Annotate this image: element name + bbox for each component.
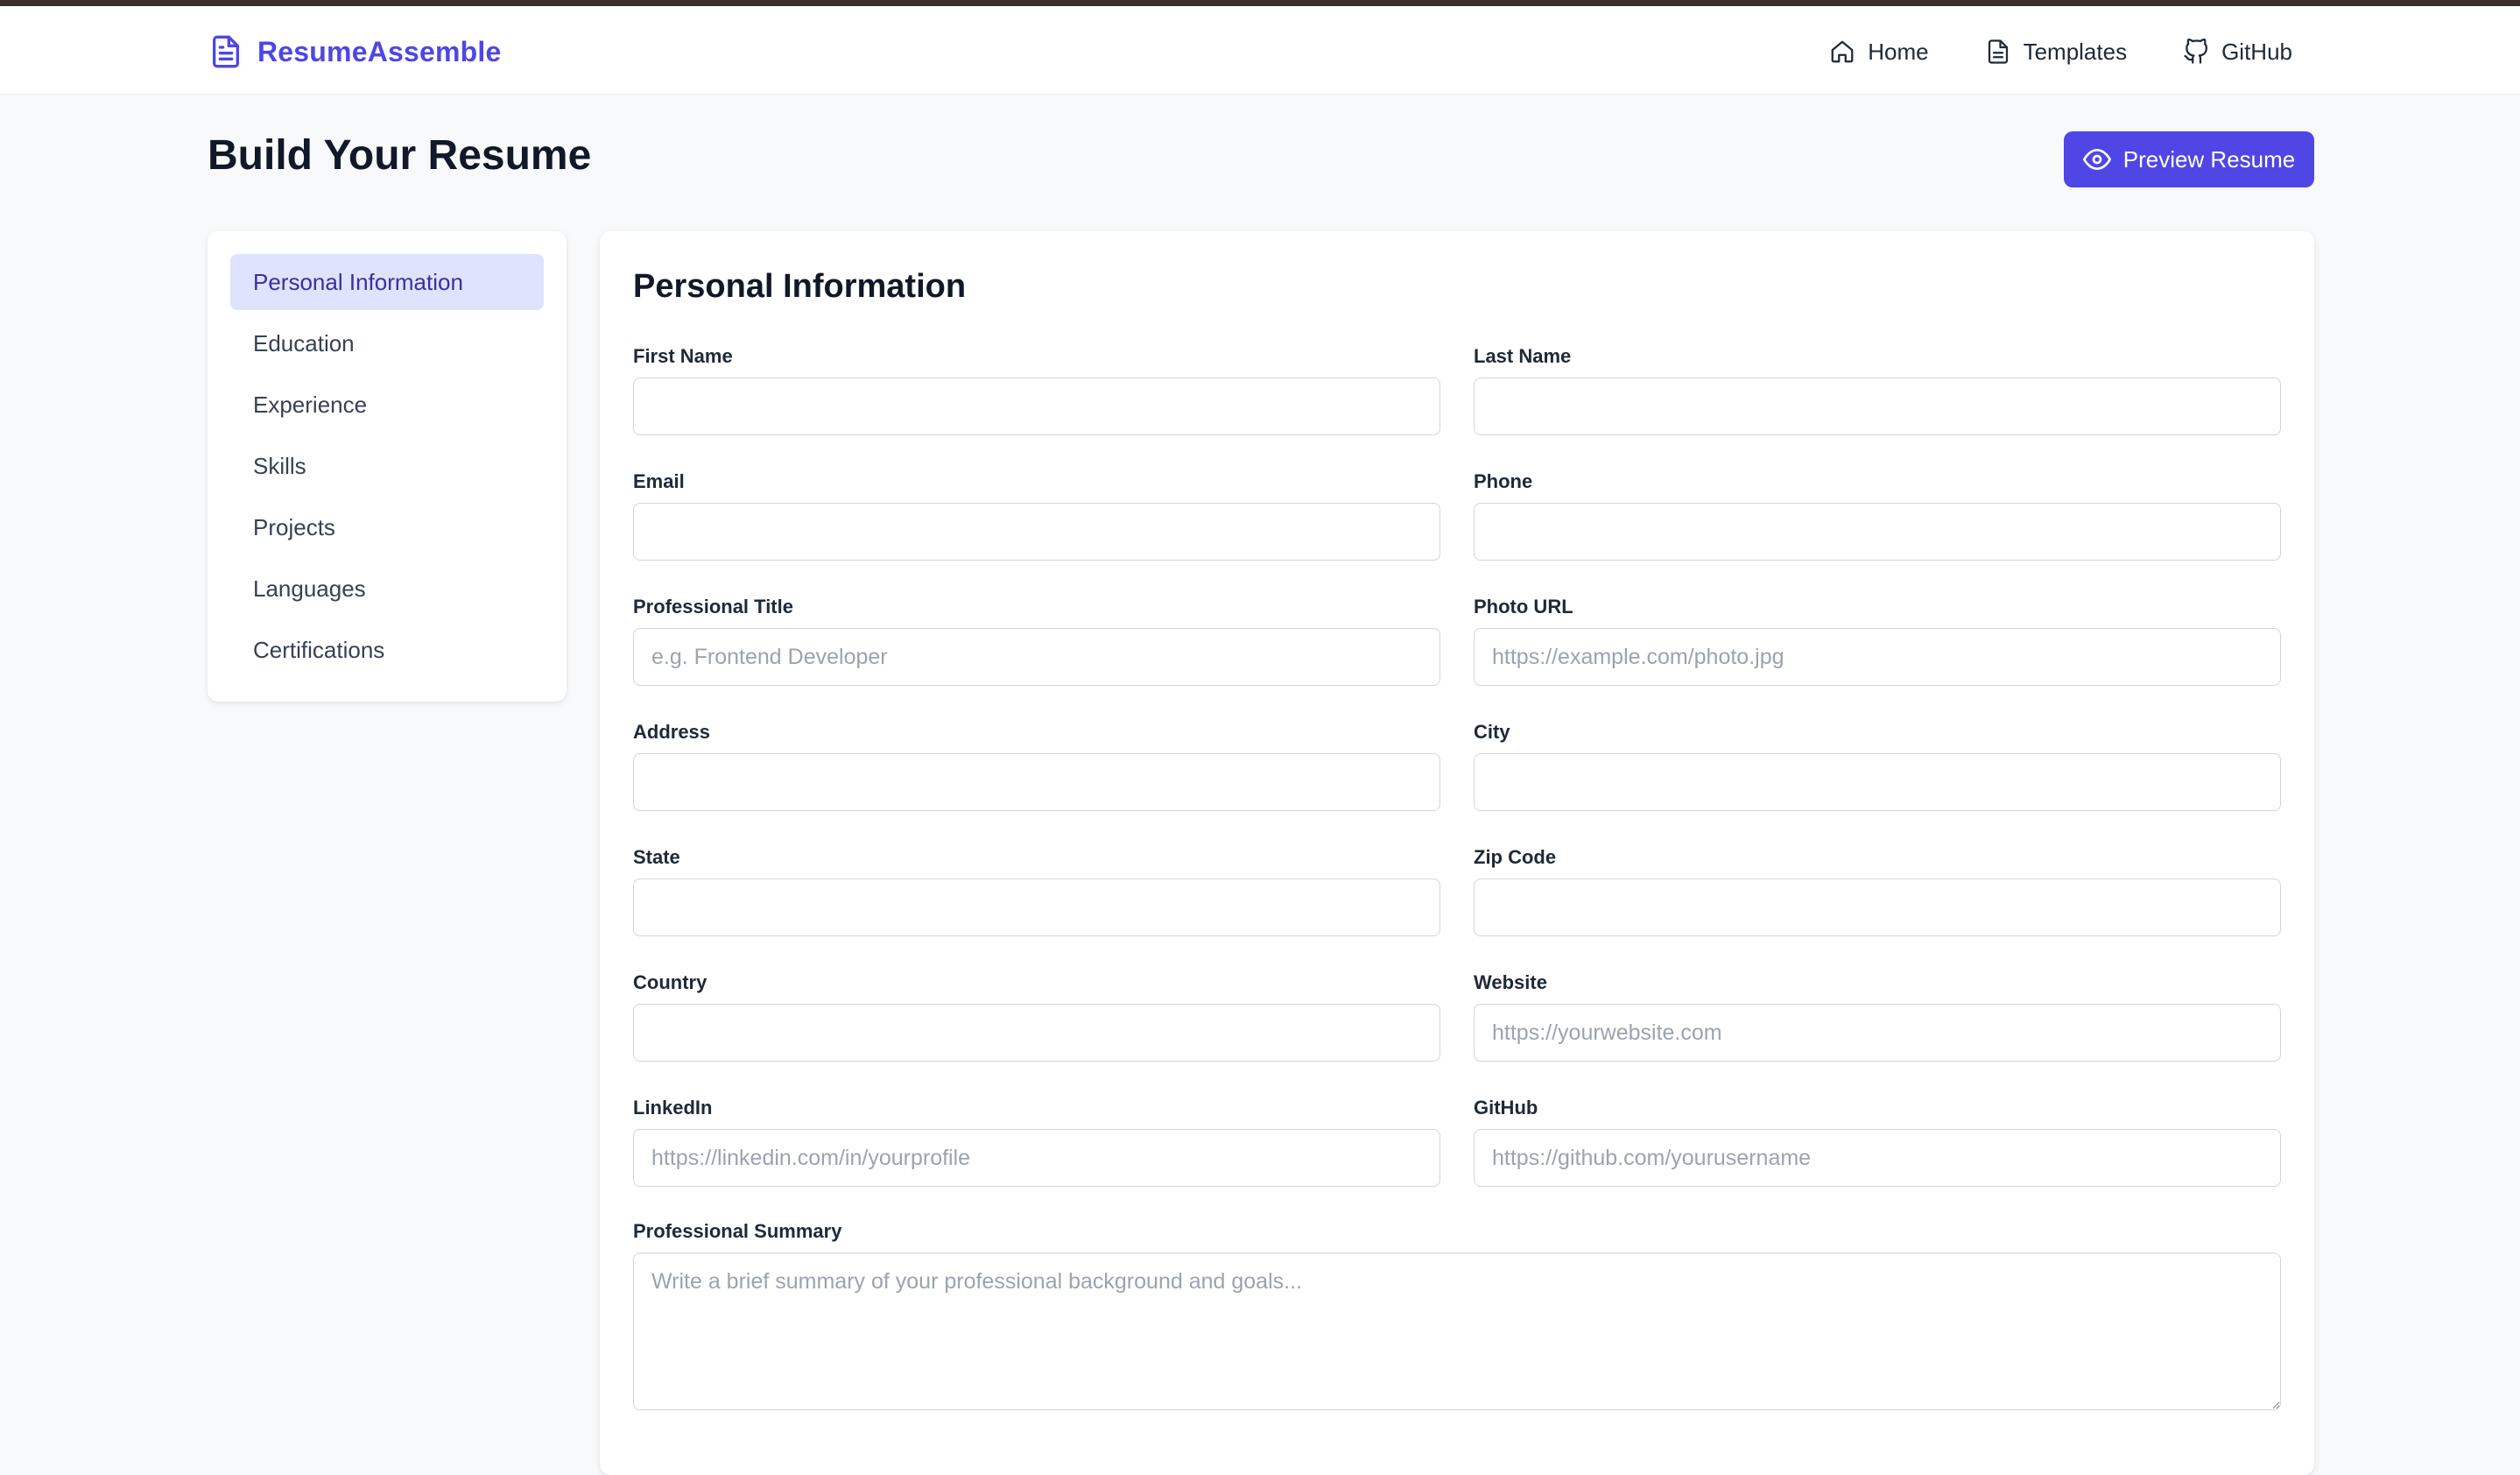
professional-title-label: Professional Title — [633, 596, 793, 618]
sidebar-item-experience[interactable]: Experience — [230, 377, 544, 433]
country-label: Country — [633, 971, 707, 993]
github-icon — [2184, 39, 2208, 64]
nav-link-templates[interactable]: Templates — [1985, 38, 2128, 66]
sidebar-item-skills[interactable]: Skills — [230, 438, 544, 494]
section-title: Personal Information — [633, 268, 967, 305]
page-title: Build Your Resume — [208, 132, 592, 179]
document-icon — [213, 35, 239, 68]
city-input[interactable] — [1474, 753, 2281, 811]
zip-code-label: Zip Code — [1474, 846, 1557, 868]
address-label: Address — [633, 721, 711, 743]
sidebar-item-languages[interactable]: Languages — [230, 561, 544, 617]
professional-title-input[interactable] — [633, 628, 1440, 686]
address-input[interactable] — [633, 753, 1440, 811]
sidebar-item-education[interactable]: Education — [230, 315, 544, 371]
sidebar-item-projects[interactable]: Projects — [230, 499, 544, 555]
nav-link-github[interactable]: GitHub — [2183, 39, 2292, 66]
first-name-input[interactable] — [633, 378, 1440, 435]
github-label: GitHub — [1474, 1097, 1538, 1119]
nav-link-label: GitHub — [2221, 38, 2292, 65]
last-name-label: Last Name — [1474, 345, 1572, 367]
personal-information-form: Personal Information First Name Last Nam… — [600, 231, 2314, 1475]
nav-link-label: Templates — [2023, 38, 2128, 65]
linkedin-label: LinkedIn — [633, 1097, 713, 1119]
eye-icon — [2082, 149, 2111, 170]
document-icon — [1988, 39, 2008, 64]
last-name-input[interactable] — [1474, 378, 2281, 435]
sidebar-item-personal-information[interactable]: Personal Information — [230, 254, 544, 310]
phone-label: Phone — [1474, 470, 1533, 492]
preview-resume-button[interactable]: Preview Resume — [2064, 131, 2314, 187]
photo-url-label: Photo URL — [1474, 596, 1573, 618]
state-label: State — [633, 846, 680, 868]
first-name-label: First Name — [633, 345, 733, 367]
section-sidebar: Personal Information Education Experienc… — [208, 231, 567, 702]
brand-logo-link[interactable]: ResumeAssemble — [208, 32, 502, 71]
nav-links: Home Templates GitHub — [1829, 32, 2292, 71]
photo-url-input[interactable] — [1474, 628, 2281, 686]
country-input[interactable] — [633, 1004, 1440, 1062]
linkedin-input[interactable] — [633, 1129, 1440, 1187]
nav-link-home[interactable]: Home — [1829, 38, 1929, 66]
state-input[interactable] — [633, 879, 1440, 936]
professional-summary-textarea[interactable] — [633, 1253, 2281, 1410]
email-input[interactable] — [633, 503, 1440, 561]
navbar: ResumeAssemble Home Templates GitHub — [0, 6, 2520, 95]
phone-input[interactable] — [1474, 503, 2281, 561]
nav-link-label: Home — [1868, 38, 1929, 65]
zip-code-input[interactable] — [1474, 879, 2281, 936]
website-input[interactable] — [1474, 1004, 2281, 1062]
github-input[interactable] — [1474, 1129, 2281, 1187]
email-label: Email — [633, 470, 685, 492]
city-label: City — [1474, 721, 1510, 743]
top-accent-strip — [0, 0, 2520, 6]
professional-summary-label: Professional Summary — [633, 1220, 842, 1242]
brand-name: ResumeAssemble — [257, 35, 502, 67]
website-label: Website — [1474, 971, 1547, 993]
home-icon — [1831, 40, 1854, 63]
preview-button-label: Preview Resume — [2122, 145, 2296, 173]
sidebar-item-certifications[interactable]: Certifications — [230, 622, 544, 678]
